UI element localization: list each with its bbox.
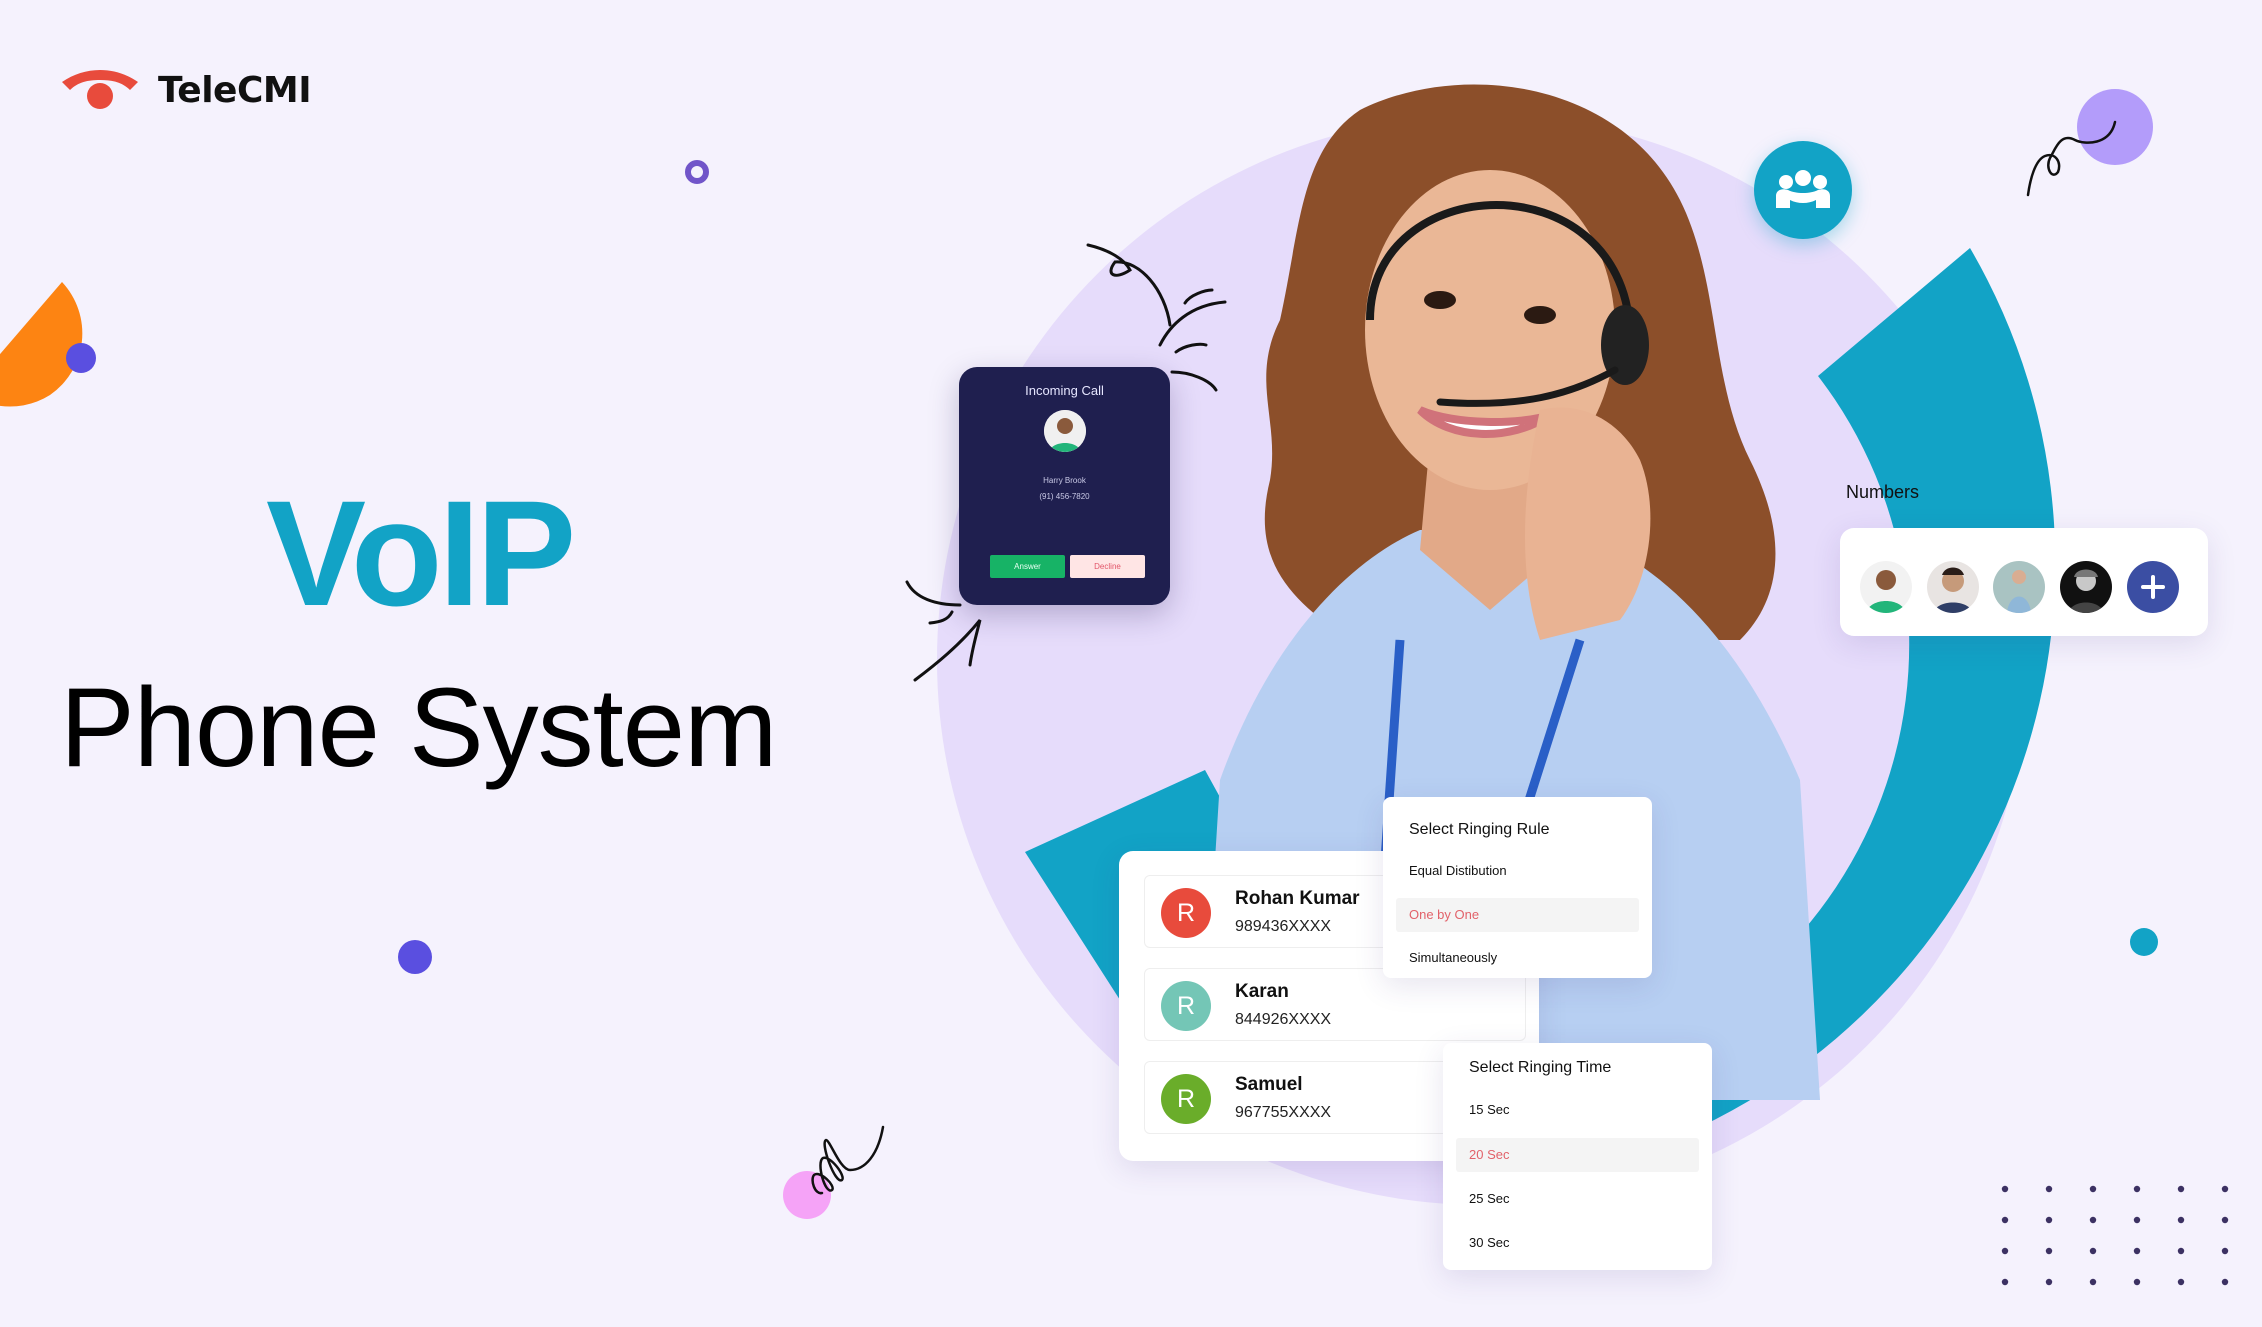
grid-dot	[2001, 1216, 2009, 1224]
grid-dot	[2221, 1216, 2229, 1224]
contact-name: Karan	[1235, 981, 1289, 1002]
grid-dot	[2221, 1247, 2229, 1255]
ringing-time-title: Select Ringing Time	[1469, 1059, 1612, 1076]
ringing-rule-dropdown: Select Ringing Rule Equal Distibution On…	[1383, 797, 1652, 978]
grid-dot	[2133, 1216, 2141, 1224]
team-badge[interactable]	[1754, 141, 1852, 239]
ringing-time-dropdown: Select Ringing Time 15 Sec 20 Sec 25 Sec…	[1443, 1043, 1712, 1270]
contact-number: 989436XXXX	[1235, 918, 1332, 935]
grid-dot	[2177, 1216, 2185, 1224]
incoming-call-card: Incoming Call Harry Brook (91) 456-7820 …	[959, 367, 1170, 605]
grid-dot	[2089, 1247, 2097, 1255]
contact-row[interactable]: R Karan 844926XXXX	[1144, 968, 1526, 1041]
ringing-time-option-selected[interactable]: 20 Sec	[1456, 1138, 1699, 1172]
eye-right	[1524, 306, 1556, 324]
caller-avatar	[1043, 410, 1086, 452]
purple-ring	[685, 160, 709, 184]
grid-dot	[2045, 1185, 2053, 1193]
grid-dot	[2089, 1278, 2097, 1286]
orange-shape	[0, 282, 83, 407]
ringing-time-option[interactable]: 25 Sec	[1456, 1182, 1699, 1216]
blue-dot-lower	[398, 940, 432, 974]
grid-dot	[2221, 1185, 2229, 1193]
grid-dot	[2045, 1278, 2053, 1286]
team-icon	[1776, 170, 1830, 208]
avatar-woman-blue-blazer[interactable]	[1993, 561, 2045, 613]
ringing-time-option[interactable]: 30 Sec	[1456, 1226, 1699, 1260]
avatar-man-beard[interactable]	[1927, 561, 1979, 613]
answer-button[interactable]: Answer	[990, 555, 1065, 578]
grid-dot	[2177, 1185, 2185, 1193]
contact-initial: R	[1161, 981, 1211, 1031]
caller-name: Harry Brook	[1043, 476, 1086, 485]
blue-dot	[66, 343, 96, 373]
ringing-time-option[interactable]: 15 Sec	[1456, 1093, 1699, 1127]
caller-phone: (91) 456-7820	[1039, 492, 1090, 501]
contact-initial: R	[1161, 888, 1211, 938]
grid-dot	[2133, 1278, 2141, 1286]
purple-circle	[2077, 89, 2153, 165]
grid-dot	[2001, 1247, 2009, 1255]
headline-phone-system: Phone System	[60, 665, 777, 790]
contact-initial: R	[1161, 1074, 1211, 1124]
ringing-rule-option[interactable]: Simultaneously	[1396, 943, 1639, 973]
contact-number: 844926XXXX	[1235, 1011, 1332, 1028]
eye-left	[1424, 291, 1456, 309]
contact-name: Rohan Kumar	[1235, 888, 1360, 909]
brand-name: TeleCMI	[158, 69, 312, 111]
grid-dot	[2177, 1247, 2185, 1255]
phone-handset-icon	[62, 70, 138, 109]
grid-dot	[2001, 1278, 2009, 1286]
grid-dot	[2177, 1278, 2185, 1286]
grid-dot	[2001, 1185, 2009, 1193]
brand-logo[interactable]: TeleCMI	[60, 68, 312, 112]
incoming-call-title: Incoming Call	[1025, 383, 1104, 398]
teal-dot	[2130, 928, 2158, 956]
avatar-man-curly-bw[interactable]	[2060, 561, 2112, 613]
ringing-rule-option[interactable]: Equal Distibution	[1396, 854, 1639, 888]
ringing-rule-title: Select Ringing Rule	[1409, 821, 1550, 838]
squiggle-bottom	[811, 1125, 885, 1195]
numbers-card	[1840, 528, 2208, 636]
dot-grid	[2001, 1185, 2229, 1286]
grid-dot	[2221, 1278, 2229, 1286]
grid-dot	[2133, 1185, 2141, 1193]
headline-voip: VoIP	[266, 469, 576, 637]
grid-dot	[2133, 1247, 2141, 1255]
add-number-button[interactable]	[2127, 561, 2179, 613]
decline-button[interactable]: Decline	[1070, 555, 1145, 578]
numbers-label: Numbers	[1846, 482, 1920, 502]
contact-number: 967755XXXX	[1235, 1104, 1332, 1121]
grid-dot	[2045, 1247, 2053, 1255]
plus-icon	[2141, 575, 2165, 599]
grid-dot	[2089, 1216, 2097, 1224]
avatar-man-green-shirt[interactable]	[1860, 561, 1912, 613]
grid-dot	[2089, 1185, 2097, 1193]
grid-dot	[2045, 1216, 2053, 1224]
contact-name: Samuel	[1235, 1074, 1303, 1095]
ringing-rule-option-selected[interactable]: One by One	[1396, 898, 1639, 932]
